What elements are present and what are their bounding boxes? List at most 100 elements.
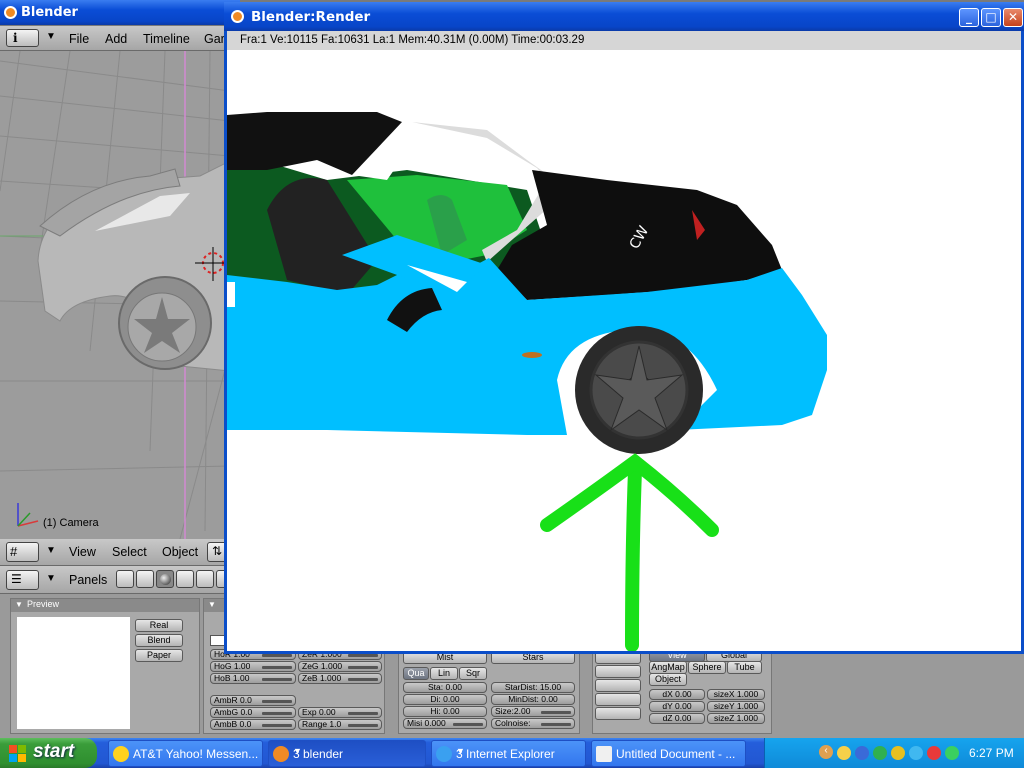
zeg-field[interactable]: ZeG 1.000 — [298, 661, 382, 672]
collapse-triangle-icon[interactable]: ▼ — [208, 600, 216, 609]
collapse-menu-triangle-icon[interactable]: ▼ — [46, 545, 56, 556]
editing-context-icon[interactable] — [196, 570, 214, 588]
info-icon: i — [13, 31, 18, 45]
tray-network-icon[interactable] — [855, 746, 869, 760]
sphere-button[interactable]: Sphere — [688, 661, 726, 674]
sizez-field[interactable]: sizeZ 1.000 — [707, 713, 765, 724]
tube-button[interactable]: Tube — [727, 661, 762, 674]
tray-volume-icon[interactable] — [945, 746, 959, 760]
ie-logo-icon — [436, 746, 452, 762]
menu-select[interactable]: Select — [112, 545, 147, 559]
maximize-button[interactable]: □ — [981, 8, 1001, 27]
preview-real-button[interactable]: Real — [135, 619, 183, 632]
range-field[interactable]: Range 1.0 — [298, 719, 382, 730]
window-type-select[interactable]: i — [6, 29, 39, 47]
menu-add[interactable]: Add — [105, 32, 127, 46]
mist-stars-panel: Mist Stars Qua Lin Sqr Sta: 0.00 Di: 0.0… — [398, 644, 580, 734]
mist-lin-button[interactable]: Lin — [430, 667, 458, 680]
info-header: i ▼ File Add Timeline Gar — [0, 26, 240, 51]
logic-context-icon[interactable] — [116, 570, 134, 588]
stardist-field[interactable]: StarDist: 15.00 — [491, 682, 575, 693]
render-result[interactable]: CW — [227, 50, 1021, 651]
collapse-menu-triangle-icon[interactable]: ▼ — [46, 573, 56, 584]
sizey-field[interactable]: sizeY 1.000 — [707, 701, 765, 712]
blender-title: Blender — [21, 5, 78, 20]
tray-expand-icon[interactable]: ‹ — [819, 745, 833, 759]
menu-object[interactable]: Object — [162, 545, 198, 559]
texture-mapping-panel: View Global AngMap Sphere Tube Object dX… — [592, 644, 772, 734]
preview-blend-button[interactable]: Blend — [135, 634, 183, 647]
exp-field[interactable]: Exp 0.00 — [298, 707, 382, 718]
system-tray: ‹ 6:27 PM — [764, 738, 1024, 768]
sizex-field[interactable]: sizeX 1.000 — [707, 689, 765, 700]
collapse-triangle-icon[interactable]: ▼ — [15, 600, 23, 609]
ambb-field[interactable]: AmbB 0.0 — [210, 719, 296, 730]
object-context-icon[interactable] — [176, 570, 194, 588]
channel-slot-2[interactable] — [595, 665, 641, 678]
collapse-menu-triangle-icon[interactable]: ▼ — [46, 31, 56, 42]
green-arrow-annotation — [540, 453, 719, 651]
menu-game[interactable]: Gar — [204, 32, 225, 46]
mist-misi-field[interactable]: Misi 0.000 — [403, 718, 487, 729]
render-title: Blender:Render — [251, 9, 371, 25]
mode-icon: ⇅ — [212, 544, 223, 558]
menu-file[interactable]: File — [69, 32, 89, 46]
buttons-header: ☰ ▼ Panels — [0, 566, 230, 594]
preview-panel-title[interactable]: ▼ Preview — [11, 599, 199, 612]
car-wheel — [575, 326, 703, 454]
mindist-field[interactable]: MinDist: 0.00 — [491, 694, 575, 705]
menu-timeline[interactable]: Timeline — [143, 32, 190, 46]
menu-view[interactable]: View — [69, 545, 96, 559]
tray-security-icon[interactable] — [927, 746, 941, 760]
channel-slot-4[interactable] — [595, 693, 641, 706]
blender-logo-icon — [4, 6, 17, 19]
colnoise-field[interactable]: Colnoise: — [491, 718, 575, 729]
task-untitled-document[interactable]: Untitled Document - ... — [591, 740, 746, 767]
start-button[interactable]: start — [0, 738, 97, 768]
task-yahoo-messenger[interactable]: AT&T Yahoo! Messen... — [108, 740, 263, 767]
tray-messenger-icon[interactable] — [837, 746, 851, 760]
hob-field[interactable]: HoB 1.00 — [210, 673, 296, 684]
taskbar: start AT&T Yahoo! Messen... 3 blender ▼ … — [0, 738, 1024, 768]
zeb-field[interactable]: ZeB 1.000 — [298, 673, 382, 684]
shading-context-icon[interactable] — [156, 570, 174, 588]
mist-sta-field[interactable]: Sta: 0.00 — [403, 682, 487, 693]
channel-slot-3[interactable] — [595, 679, 641, 692]
menu-panels[interactable]: Panels — [69, 573, 107, 587]
task-internet-explorer[interactable]: 3 Internet Explorer ▼ — [431, 740, 586, 767]
clock[interactable]: 6:27 PM — [969, 746, 1014, 760]
mist-sqr-button[interactable]: Sqr — [459, 667, 487, 680]
ambg-field[interactable]: AmbG 0.0 — [210, 707, 296, 718]
dx-field[interactable]: dX 0.00 — [649, 689, 705, 700]
minimize-button[interactable]: _ — [959, 8, 979, 27]
task-blender[interactable]: 3 blender ▼ — [268, 740, 426, 767]
preview-image — [17, 617, 130, 729]
preview-paper-button[interactable]: Paper — [135, 649, 183, 662]
buttons-editor-select[interactable]: ☰ — [6, 570, 39, 590]
blender-logo-icon — [273, 746, 289, 762]
3d-view-header: # ▼ View Select Object ⇅ — [0, 539, 230, 566]
tray-status-icon[interactable] — [909, 746, 923, 760]
group-dropdown-icon: ▼ — [293, 746, 302, 756]
blender-title-bar[interactable]: Blender — [0, 0, 240, 25]
render-title-bar[interactable]: Blender:Render _ □ ✕ — [224, 2, 1024, 31]
mist-hi-field[interactable]: Hi: 0.00 — [403, 706, 487, 717]
tray-shield-icon[interactable] — [873, 746, 887, 760]
channel-slot-5[interactable] — [595, 707, 641, 720]
dz-field[interactable]: dZ 0.00 — [649, 713, 705, 724]
ambr-field[interactable]: AmbR 0.0 — [210, 695, 296, 706]
dy-field[interactable]: dY 0.00 — [649, 701, 705, 712]
hog-field[interactable]: HoG 1.00 — [210, 661, 296, 672]
script-context-icon[interactable] — [136, 570, 154, 588]
close-button[interactable]: ✕ — [1003, 8, 1023, 27]
star-size-field[interactable]: Size:2.00 — [491, 706, 575, 717]
mist-di-field[interactable]: Di: 0.00 — [403, 694, 487, 705]
render-window: Blender:Render _ □ ✕ Fra:1 Ve:10115 Fa:1… — [224, 2, 1024, 654]
coords-object-button[interactable]: Object — [649, 673, 687, 686]
tray-update-icon[interactable] — [891, 746, 905, 760]
editor-type-select[interactable]: # — [6, 542, 39, 562]
mist-qua-button[interactable]: Qua — [403, 667, 429, 680]
3d-viewport[interactable]: (1) Camera — [0, 51, 230, 539]
preview-panel: ▼ Preview Real Blend Paper — [10, 598, 200, 734]
blender-logo-icon — [231, 10, 244, 23]
